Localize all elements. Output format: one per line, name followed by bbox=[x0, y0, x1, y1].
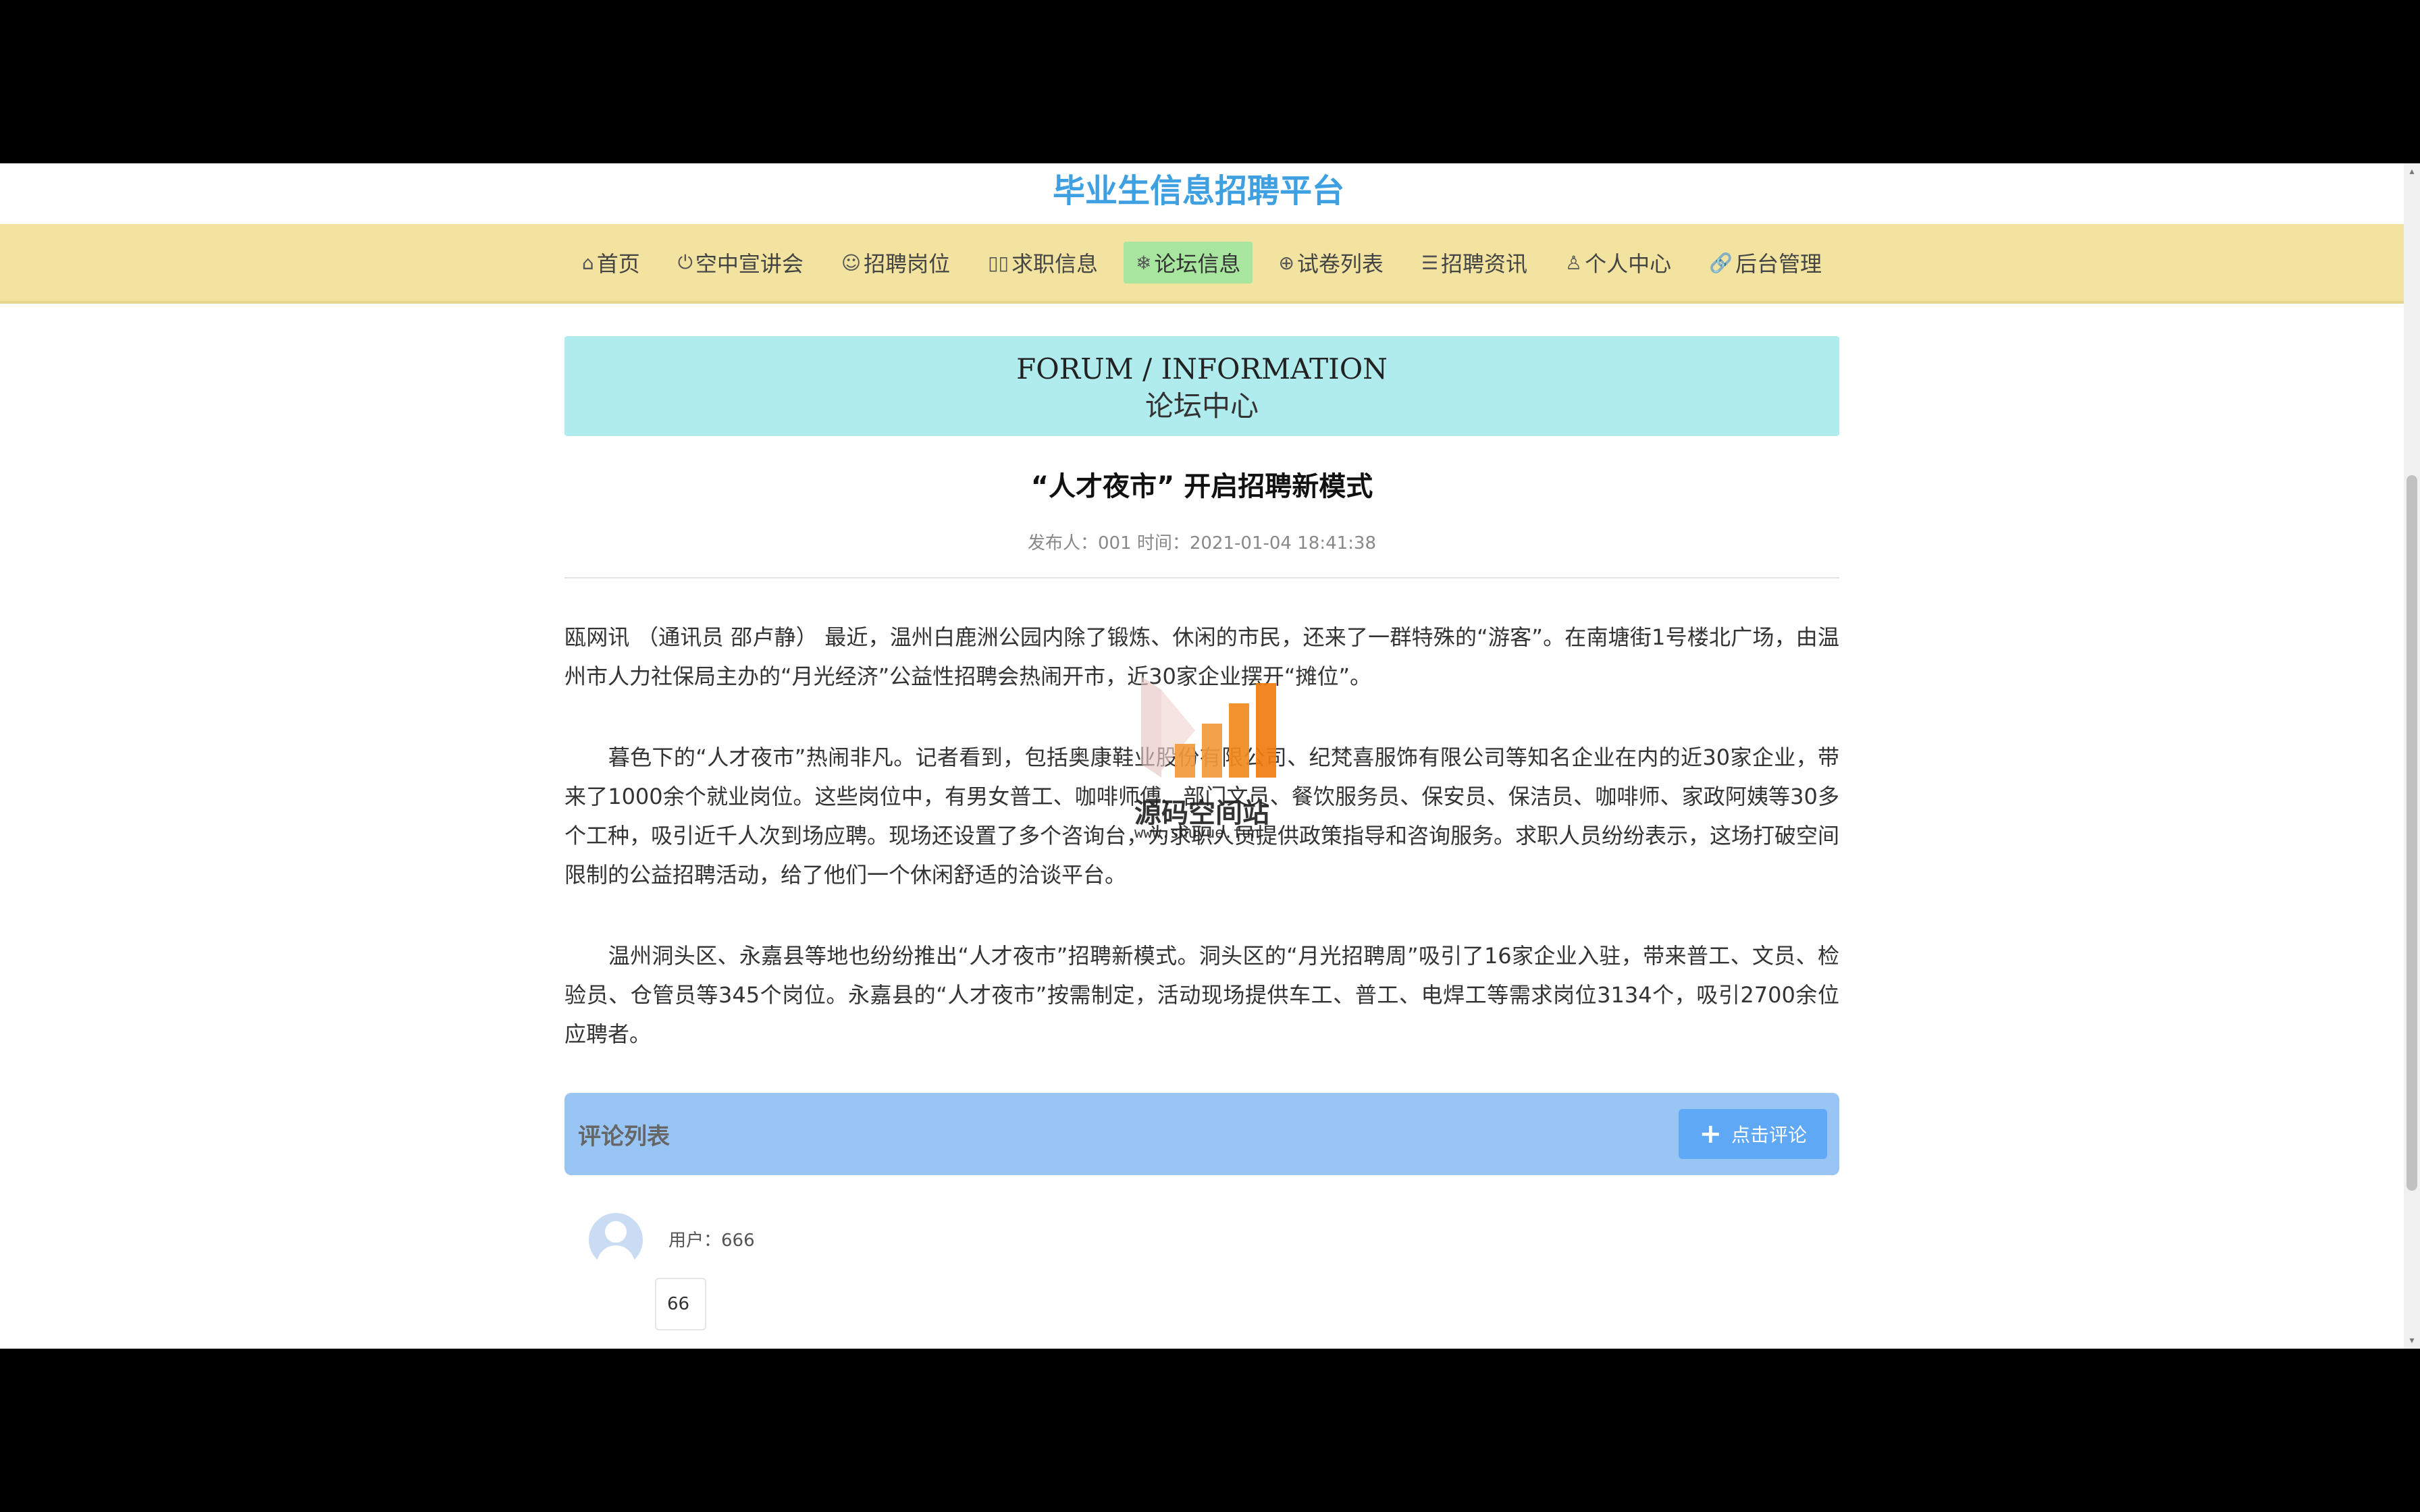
site-title: 毕业生信息招聘平台 bbox=[1052, 172, 1344, 210]
nav-item-label: 空中宣讲会 bbox=[695, 251, 804, 277]
user-icon: ♙ bbox=[1565, 251, 1583, 274]
comment-content: 66 bbox=[655, 1278, 706, 1330]
nav-item-label: 招聘岗位 bbox=[864, 251, 951, 277]
sliders-icon: ☰ bbox=[1421, 251, 1439, 274]
nav-item-home[interactable]: ⌂ 首页 bbox=[570, 242, 652, 284]
scrollbar[interactable]: ▴ ▾ bbox=[2404, 163, 2420, 1349]
smile-icon: ☺ bbox=[841, 251, 862, 274]
nav-item-label: 论坛信息 bbox=[1154, 251, 1241, 277]
forum-banner: FORUM / INFORMATION 论坛中心 bbox=[564, 336, 1839, 436]
home-icon: ⌂ bbox=[581, 251, 594, 274]
scrollbar-thumb[interactable] bbox=[2406, 475, 2417, 1191]
banner-title-en: FORUM / INFORMATION bbox=[1016, 352, 1388, 385]
browser-viewport: 毕业生信息招聘平台 ⌂ 首页 ⏻ 空中宣讲会 ☺ 招聘岗位 ▯▯ 求职信息 ❄ … bbox=[0, 163, 2420, 1349]
avatar-body-shape bbox=[597, 1245, 635, 1267]
globe-icon: ⊕ bbox=[1278, 251, 1294, 274]
scroll-up-icon[interactable]: ▴ bbox=[2406, 166, 2417, 177]
columns-icon: ▯▯ bbox=[988, 251, 1009, 274]
article-meta: 发布人：001 时间：2021-01-04 18:41:38 bbox=[1027, 533, 1377, 554]
comment-list-label: 评论列表 bbox=[578, 1123, 670, 1150]
nav-item-label: 个人中心 bbox=[1585, 251, 1672, 277]
power-icon: ⏻ bbox=[677, 251, 693, 273]
nav-item-forum[interactable]: ❄ 论坛信息 bbox=[1123, 242, 1253, 284]
nav-item-recruitment-news[interactable]: ☰ 招聘资讯 bbox=[1409, 242, 1540, 284]
main-content: FORUM / INFORMATION 论坛中心 “人才夜市” 开启招聘新模式 … bbox=[564, 336, 1839, 1334]
article-paragraph: 温州洞头区、永嘉县等地也纷纷推出“人才夜市”招聘新模式。洞头区的“月光招聘周”吸… bbox=[564, 943, 1839, 1047]
nav-item-job-positions[interactable]: ☺ 招聘岗位 bbox=[829, 242, 962, 284]
nav-item-personal-center[interactable]: ♙ 个人中心 bbox=[1553, 242, 1683, 284]
article-title: “人才夜市” 开启招聘新模式 bbox=[1030, 471, 1373, 502]
add-comment-label: 点击评论 bbox=[1731, 1124, 1807, 1146]
link-icon: 🔗 bbox=[1709, 251, 1733, 274]
nav-item-exam-list[interactable]: ⊕ 试卷列表 bbox=[1266, 242, 1395, 284]
banner-title-cn: 论坛中心 bbox=[1145, 389, 1259, 423]
comment-user: 用户：666 bbox=[668, 1231, 755, 1251]
comment-item: 用户：666 66 bbox=[564, 1213, 1839, 1334]
article-paragraph: 瓯网讯 （通讯员 邵卢静） 最近，温州白鹿洲公园内除了锻炼、休闲的市民，还来了一… bbox=[564, 624, 1839, 689]
nav-item-label: 求职信息 bbox=[1011, 251, 1098, 277]
nav-item-label: 招聘资讯 bbox=[1441, 251, 1528, 277]
letterbox-top bbox=[0, 0, 2420, 163]
avatar-head-shape bbox=[605, 1221, 627, 1243]
nav-item-label: 试卷列表 bbox=[1296, 251, 1384, 277]
nav-item-job-seeking[interactable]: ▯▯ 求职信息 bbox=[976, 242, 1110, 284]
nav-item-admin[interactable]: 🔗 后台管理 bbox=[1697, 242, 1834, 284]
article-body: 瓯网讯 （通讯员 邵卢静） 最近，温州白鹿洲公园内除了锻炼、休闲的市民，还来了一… bbox=[564, 618, 1839, 1054]
snowflake-icon: ❄ bbox=[1135, 251, 1152, 274]
add-comment-button[interactable]: + 点击评论 bbox=[1679, 1109, 1827, 1159]
nav-item-label: 首页 bbox=[596, 251, 640, 277]
comment-list-header: 评论列表 + 点击评论 bbox=[564, 1093, 1839, 1175]
divider bbox=[564, 577, 1839, 578]
article-paragraph: 暮色下的“人才夜市”热闹非凡。记者看到，包括奥康鞋业股份有限公司、纪梵喜服饰有限… bbox=[564, 745, 1840, 888]
main-navbar: ⌂ 首页 ⏻ 空中宣讲会 ☺ 招聘岗位 ▯▯ 求职信息 ❄ 论坛信息 ⊕ 试卷列… bbox=[0, 224, 2404, 304]
plus-icon: + bbox=[1699, 1118, 1722, 1150]
avatar bbox=[589, 1213, 643, 1267]
nav-item-label: 后台管理 bbox=[1735, 251, 1822, 277]
scroll-down-icon[interactable]: ▾ bbox=[2406, 1335, 2417, 1346]
nav-item-air-presentation[interactable]: ⏻ 空中宣讲会 bbox=[666, 242, 816, 284]
letterbox-bottom bbox=[0, 1349, 2420, 1512]
